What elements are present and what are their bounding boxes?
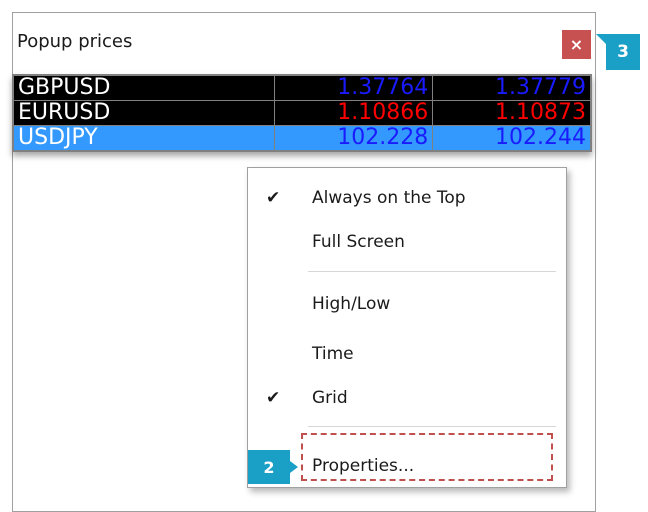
checkmark-icon: ✔ [266,188,281,208]
menu-item-label: Always on the Top [312,188,466,208]
context-menu: ✔ Always on the Top Full Screen High/Low… [247,167,567,488]
menu-item-label: High/Low [312,294,391,314]
menu-item-high-low[interactable]: High/Low [248,286,566,322]
symbol-cell: USDJPY [12,125,275,152]
symbol-cell: GBPUSD [12,74,275,101]
menu-separator [308,271,556,272]
menu-item-time[interactable]: Time [248,336,566,372]
ask-cell: 1.10873 [432,100,592,126]
menu-item-grid[interactable]: ✔ Grid [248,380,566,416]
price-row-eurusd[interactable]: EURUSD 1.10866 1.10873 [12,100,592,126]
price-row-usdjpy[interactable]: USDJPY 102.228 102.244 [12,125,592,152]
menu-item-label: Grid [312,388,348,408]
ask-cell: 102.244 [432,125,592,152]
symbol-cell: EURUSD [12,100,275,126]
prices-table: GBPUSD 1.37764 1.37779 EURUSD 1.10866 1.… [12,74,592,152]
callout-properties: 2 [248,450,298,484]
menu-item-label: Properties... [312,456,415,476]
menu-separator [308,426,556,427]
price-row-gbpusd[interactable]: GBPUSD 1.37764 1.37779 [12,74,592,101]
menu-item-label: Full Screen [312,232,405,252]
callout-close: 3 [596,34,640,70]
menu-item-full-screen[interactable]: Full Screen [248,224,566,260]
menu-item-label: Time [312,344,354,364]
ask-cell: 1.37779 [432,74,592,101]
bid-cell: 1.10866 [273,100,434,126]
close-button[interactable]: × [562,30,591,59]
bid-cell: 102.228 [273,125,434,152]
menu-item-always-on-top[interactable]: ✔ Always on the Top [248,180,566,216]
window-title: Popup prices [17,31,133,52]
checkmark-icon: ✔ [266,388,281,408]
bid-cell: 1.37764 [273,74,434,101]
